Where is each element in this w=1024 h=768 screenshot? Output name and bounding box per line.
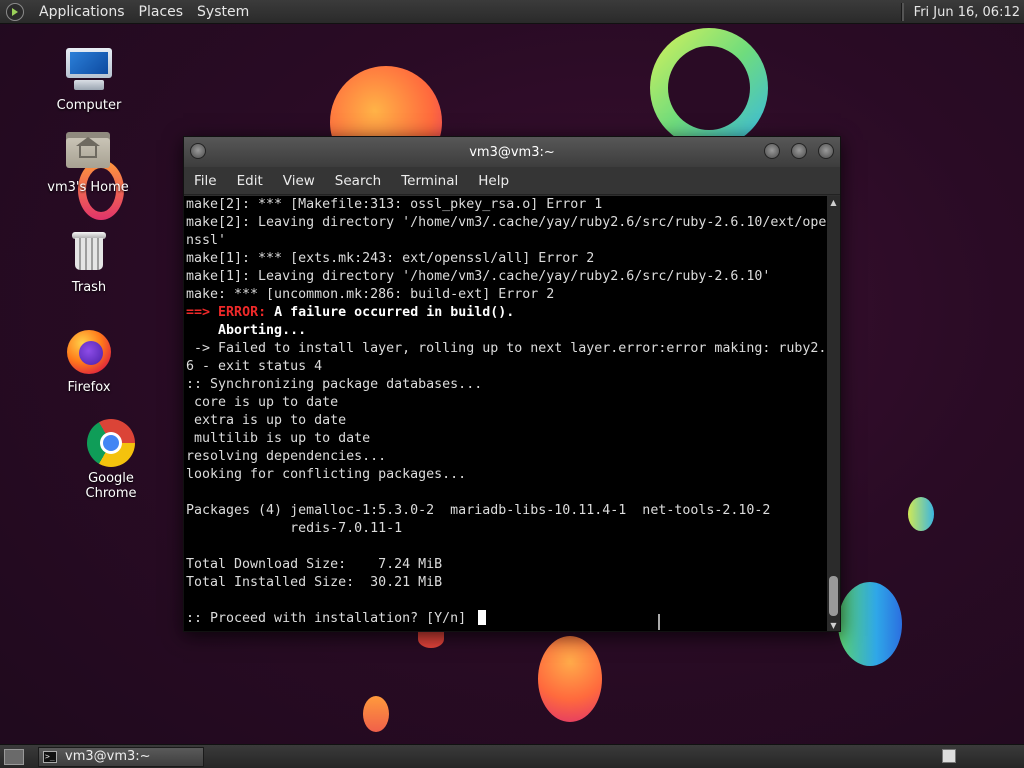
terminal-error-line: ==> ERROR: A failure occurred in build()… [184,304,827,322]
terminal-aborting-line: Aborting... [186,323,307,338]
terminal-line: Packages (4) jemalloc-1:5.3.0-2 mariadb-… [186,503,771,518]
desktop-icon-chrome[interactable]: Google Chrome [61,419,161,501]
terminal-line: -> Failed to install layer, rolling up t… [186,341,827,356]
show-desktop-icon[interactable] [4,748,24,765]
terminal-line: make[1]: *** [exts.mk:243: ext/openssl/a… [186,251,595,266]
bottom-panel: >_ vm3@vm3:~ [0,744,1024,768]
terminal-line: looking for conflicting packages... [186,467,467,482]
panel-separator [900,3,904,21]
distro-logo-icon[interactable] [6,2,24,21]
terminal-line: 6 - exit status 4 [186,359,323,374]
window-titlebar[interactable]: vm3@vm3:~ [184,137,840,167]
menu-view[interactable]: View [273,173,325,189]
menu-terminal[interactable]: Terminal [391,173,468,189]
computer-icon [65,46,113,94]
error-message: A failure occurred in build(). [266,305,515,320]
menu-edit[interactable]: Edit [227,173,273,189]
scrollbar-thumb[interactable] [829,576,838,616]
chrome-icon [87,419,135,467]
error-word: ERROR: [218,305,267,320]
terminal-line: redis-7.0.11-1 [186,521,403,536]
desktop-icon-label: Firefox [67,380,111,395]
desktop-icon-label: Trash [71,280,107,295]
terminal-menubar: File Edit View Search Terminal Help [184,167,840,195]
wallpaper-ring [650,28,768,148]
terminal-line: multilib is up to date [186,431,371,446]
terminal-line: make: *** [uncommon.mk:286: build-ext] E… [186,287,555,302]
terminal-line: resolving dependencies... [186,449,387,464]
taskbar-task-label: vm3@vm3:~ [65,749,151,764]
clock[interactable]: Fri Jun 16, 06:12 [914,5,1024,20]
wallpaper-red-blob [418,630,444,648]
wallpaper-tiny-blob [363,696,389,732]
scroll-up-icon[interactable]: ▲ [827,196,840,208]
window-menu-button[interactable] [190,143,206,159]
menu-file[interactable]: File [184,173,227,189]
desktop-icon-computer[interactable]: Computer [39,46,139,113]
terminal-line: Total Download Size: 7.24 MiB [186,557,443,572]
terminal-icon: >_ [43,750,57,763]
scroll-down-icon[interactable]: ▼ [827,619,840,631]
desktop-icon-label: Computer [56,98,122,113]
firefox-icon [65,328,113,376]
terminal-line: nssl' [186,233,227,248]
close-button[interactable] [818,143,834,159]
terminal-line: extra is up to date [186,413,347,428]
menu-help[interactable]: Help [468,173,519,189]
wallpaper-green-blob [838,582,902,666]
terminal-line: Total Installed Size: 30.21 MiB [186,575,443,590]
places-menu[interactable]: Places [132,4,191,20]
terminal-line: make[2]: Leaving directory '/home/vm3/.c… [186,215,827,230]
desktop-icon-label: Google Chrome [85,471,137,501]
desktop-icon-trash[interactable]: Trash [39,228,139,295]
desktop-icon-home[interactable]: vm3's Home [38,128,138,195]
terminal-prompt-line: :: Proceed with installation? [Y/n] [184,610,827,628]
top-panel: Applications Places System Fri Jun 16, 0… [0,0,1024,24]
desktop-icon-firefox[interactable]: Firefox [39,328,139,395]
terminal-output[interactable]: make[2]: *** [Makefile:313: ossl_pkey_rs… [184,196,827,631]
desktop-icon-label: vm3's Home [47,180,129,195]
mouse-ibeam-cursor [658,614,664,630]
terminal-line: make[1]: Leaving directory '/home/vm3/.c… [186,269,771,284]
maximize-button[interactable] [791,143,807,159]
terminal-window: vm3@vm3:~ File Edit View Search Terminal… [183,136,841,632]
home-folder-icon [64,128,112,176]
terminal-line: make[2]: *** [Makefile:313: ossl_pkey_rs… [186,197,603,212]
minimize-button[interactable] [764,143,780,159]
terminal-line: core is up to date [186,395,339,410]
applications-menu[interactable]: Applications [32,4,132,20]
wallpaper-small-blob [908,497,934,531]
text-cursor [478,610,487,625]
system-menu[interactable]: System [190,4,256,20]
taskbar-terminal-button[interactable]: >_ vm3@vm3:~ [38,746,204,767]
workspace-switcher-icon[interactable] [942,749,956,763]
error-arrow: ==> [186,305,211,320]
install-prompt: :: Proceed with installation? [Y/n] [186,611,475,626]
wallpaper-orange-blob [538,636,602,722]
window-title: vm3@vm3:~ [469,144,555,160]
terminal-line: :: Synchronizing package databases... [186,377,483,392]
terminal-scrollbar[interactable]: ▲ ▼ [827,196,840,631]
menu-search[interactable]: Search [325,173,391,189]
trash-icon [65,228,113,276]
